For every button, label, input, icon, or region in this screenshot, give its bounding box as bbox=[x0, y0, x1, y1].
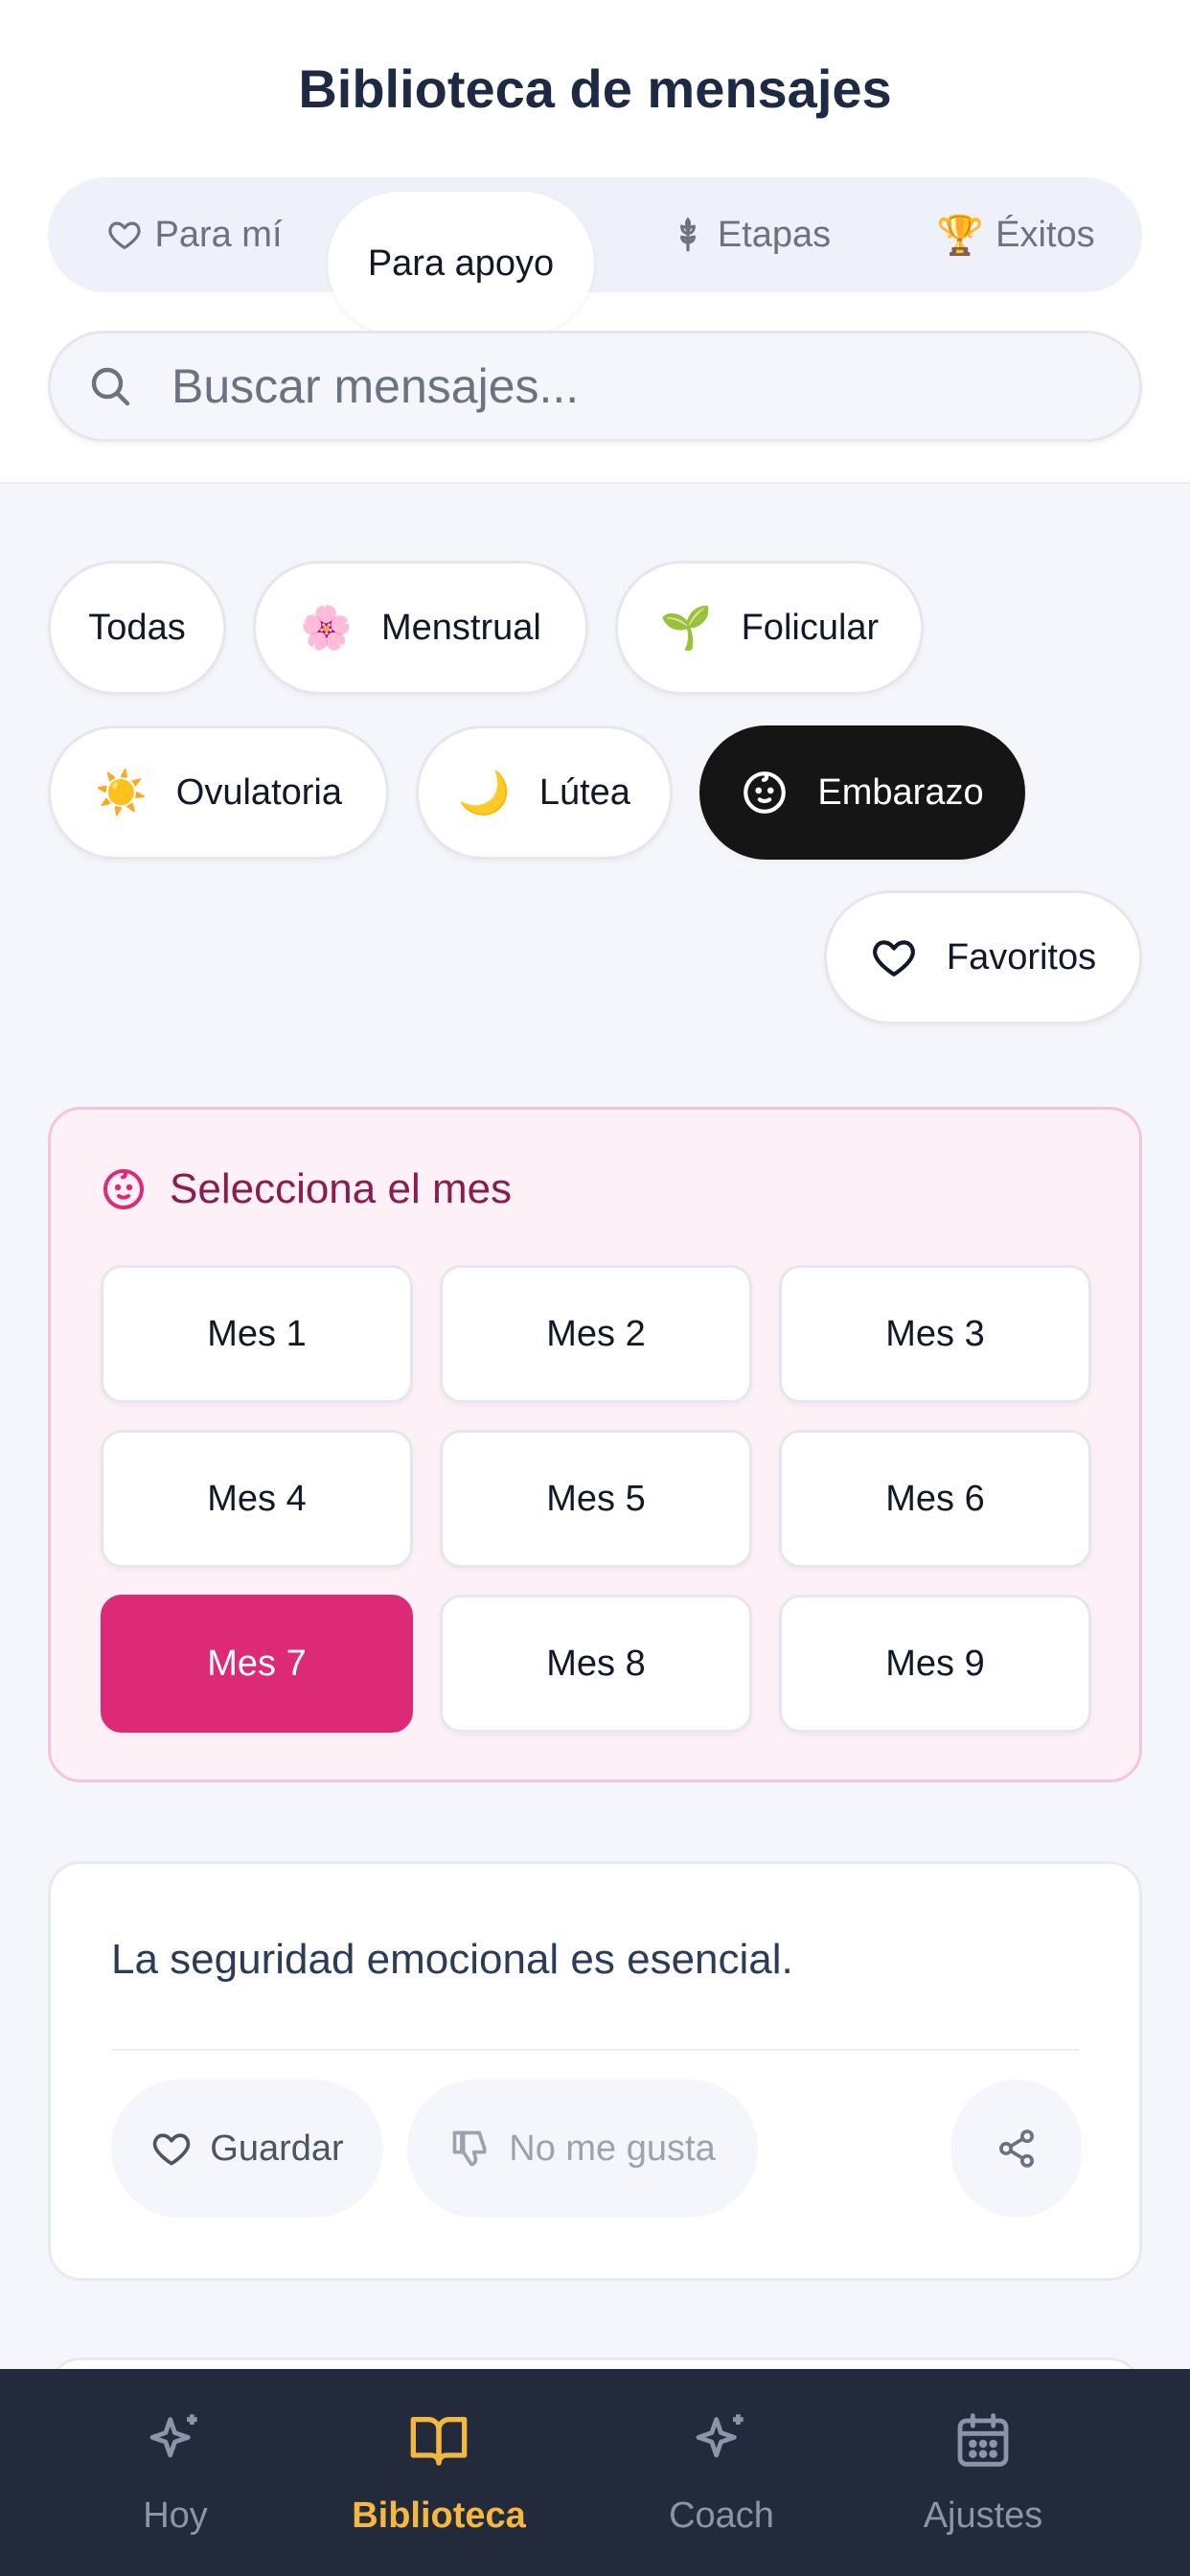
heart-outline-icon bbox=[108, 221, 142, 250]
month-label: Mes 8 bbox=[546, 1643, 646, 1684]
tab-label: Para apoyo bbox=[367, 242, 555, 284]
filter-chip-lutea[interactable]: 🌙 Lútea bbox=[416, 725, 673, 860]
tab-label: Etapas bbox=[717, 214, 832, 255]
nav-item-hoy[interactable]: Hoy bbox=[77, 2369, 274, 2576]
divider bbox=[111, 2049, 1079, 2051]
nav-label: Biblioteca bbox=[352, 2496, 526, 2536]
filter-chip-favoritos[interactable]: Favoritos bbox=[824, 890, 1142, 1024]
tab-label: Éxitos bbox=[995, 214, 1095, 255]
month-button-2[interactable]: Mes 2 bbox=[440, 1265, 752, 1403]
tab-etapas[interactable]: Etapas bbox=[640, 177, 860, 292]
dislike-label: No me gusta bbox=[509, 2128, 716, 2169]
share-button[interactable] bbox=[951, 2080, 1082, 2218]
chip-label: Lútea bbox=[538, 771, 630, 813]
month-label: Mes 1 bbox=[207, 1313, 307, 1354]
calendar-icon bbox=[957, 2413, 1009, 2467]
dislike-button[interactable]: No me gusta bbox=[407, 2080, 758, 2218]
tab-label: Para mí bbox=[154, 214, 283, 255]
thumbs-down-icon bbox=[452, 2130, 487, 2167]
crescent-moon-icon: 🌙 bbox=[458, 770, 511, 816]
tab-bar: Para mí Para apoyo Etapas 🏆 Éxitos bbox=[48, 177, 1142, 335]
month-button-3[interactable]: Mes 3 bbox=[779, 1265, 1091, 1403]
flower-icon bbox=[679, 217, 696, 252]
month-label: Mes 2 bbox=[546, 1313, 646, 1354]
save-button[interactable]: Guardar bbox=[111, 2080, 383, 2218]
search-input[interactable] bbox=[172, 358, 1034, 414]
month-button-4[interactable]: Mes 4 bbox=[101, 1430, 413, 1568]
month-label: Mes 3 bbox=[885, 1313, 985, 1354]
chip-label: Embarazo bbox=[817, 771, 984, 813]
filter-chip-ovulatoria[interactable]: ☀️ Ovulatoria bbox=[48, 725, 389, 860]
search-bar[interactable] bbox=[48, 331, 1142, 442]
month-button-7[interactable]: Mes 7 bbox=[101, 1595, 413, 1733]
month-button-6[interactable]: Mes 6 bbox=[779, 1430, 1091, 1568]
search-icon bbox=[91, 367, 130, 406]
month-label: Mes 5 bbox=[546, 1478, 646, 1519]
open-book-icon bbox=[410, 2417, 468, 2466]
chip-label: Menstrual bbox=[380, 607, 541, 648]
baby-face-icon bbox=[744, 771, 787, 814]
nav-label: Coach bbox=[669, 2496, 774, 2536]
heart-outline-icon bbox=[153, 2133, 191, 2166]
nav-item-biblioteca[interactable]: Biblioteca bbox=[326, 2369, 552, 2576]
seedling-icon: 🌱 bbox=[659, 605, 713, 652]
chip-label: Folicular bbox=[741, 607, 880, 648]
nav-label: Hoy bbox=[143, 2496, 208, 2536]
tab-exitos[interactable]: 🏆 Éxitos bbox=[910, 177, 1121, 292]
trophy-icon: 🏆 bbox=[936, 214, 985, 257]
filter-chip-todas[interactable]: Todas bbox=[48, 561, 226, 695]
nav-item-coach[interactable]: Coach bbox=[623, 2369, 820, 2576]
tab-para-apoyo[interactable]: Para apoyo bbox=[328, 192, 594, 335]
bottom-nav: Hoy Biblioteca Coach Ajustes bbox=[0, 2369, 1190, 2576]
filter-chip-embarazo[interactable]: Embarazo bbox=[699, 725, 1025, 860]
baby-face-icon bbox=[103, 1169, 144, 1209]
message-text: La seguridad emocional es esencial. bbox=[111, 1936, 793, 1983]
save-label: Guardar bbox=[210, 2128, 344, 2169]
blossom-icon: 🌸 bbox=[300, 605, 353, 652]
month-selector-title: Selecciona el mes bbox=[170, 1165, 513, 1212]
page-title: Biblioteca de mensajes bbox=[298, 58, 892, 119]
month-label: Mes 7 bbox=[207, 1643, 307, 1684]
message-card: La seguridad emocional es esencial. Guar… bbox=[48, 1861, 1142, 2281]
month-button-5[interactable]: Mes 5 bbox=[440, 1430, 752, 1568]
tab-para-mi[interactable]: Para mí bbox=[94, 177, 295, 292]
header: Biblioteca de mensajes Para mí Para apoy… bbox=[0, 0, 1190, 484]
month-button-8[interactable]: Mes 8 bbox=[440, 1595, 752, 1733]
heart-outline-icon bbox=[873, 940, 915, 977]
nav-item-ajustes[interactable]: Ajustes bbox=[881, 2369, 1085, 2576]
nav-label: Ajustes bbox=[923, 2496, 1043, 2536]
chip-label: Ovulatoria bbox=[175, 771, 342, 813]
month-label: Mes 6 bbox=[885, 1478, 985, 1519]
month-button-1[interactable]: Mes 1 bbox=[101, 1265, 413, 1403]
month-label: Mes 9 bbox=[885, 1643, 985, 1684]
sparkles-icon bbox=[696, 2414, 744, 2458]
sun-icon: ☀️ bbox=[95, 770, 148, 816]
chip-label: Todas bbox=[88, 607, 186, 648]
month-selector-header: Selecciona el mes bbox=[101, 1165, 512, 1213]
month-label: Mes 4 bbox=[207, 1478, 307, 1519]
sparkles-icon bbox=[149, 2414, 197, 2458]
chip-label: Favoritos bbox=[946, 936, 1097, 978]
month-selector-panel: Selecciona el mes Mes 1 Mes 2 Mes 3 Mes … bbox=[48, 1107, 1142, 1782]
share-icon bbox=[999, 2129, 1034, 2168]
month-button-9[interactable]: Mes 9 bbox=[779, 1595, 1091, 1733]
filter-chip-menstrual[interactable]: 🌸 Menstrual bbox=[253, 561, 588, 695]
filter-chip-folicular[interactable]: 🌱 Folicular bbox=[615, 561, 924, 695]
